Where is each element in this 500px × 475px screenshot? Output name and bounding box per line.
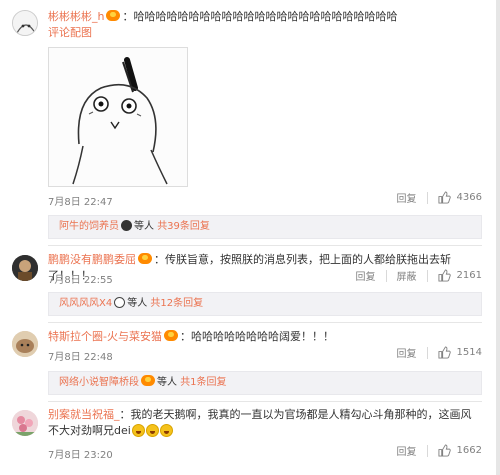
reply-summary-suffix: 等人 xyxy=(134,221,154,232)
like-count: 2161 xyxy=(456,270,482,281)
reply-summary[interactable]: 阿牛的饲养员 等人 共39条回复 xyxy=(48,215,482,239)
thumb-up-icon xyxy=(438,346,451,359)
panda-icon xyxy=(114,297,126,308)
reply-button[interactable]: 回复 xyxy=(397,443,417,458)
reply-summary-count[interactable]: 共1条回复 xyxy=(180,377,226,388)
comment-actions: 回复 4366 xyxy=(397,190,482,205)
thumb-up-icon xyxy=(438,269,451,282)
comment-date: 7月8日 22:55 xyxy=(48,275,113,286)
laugh-emoji-icon xyxy=(131,424,145,437)
like-button[interactable]: 2161 xyxy=(438,269,482,282)
divider xyxy=(426,444,428,457)
reply-summary[interactable]: 风风风风X4 等人 共12条回复 xyxy=(48,292,482,316)
avatar[interactable] xyxy=(12,255,38,281)
reply-button[interactable]: 回复 xyxy=(397,190,417,205)
laugh-emoji-icon xyxy=(145,424,159,437)
reply-summary-suffix: 等人 xyxy=(127,298,148,309)
avatar[interactable] xyxy=(12,410,38,436)
comment-username[interactable]: 彬彬彬彬_h xyxy=(48,10,104,23)
vip-badge-icon xyxy=(141,375,155,386)
reply-summary-count[interactable]: 共12条回复 xyxy=(150,298,203,309)
comments-panel: 彬彬彬彬_h ：哈哈哈哈哈哈哈哈哈哈哈哈哈哈哈哈哈哈哈哈哈哈哈哈 评论配图 7月8… xyxy=(0,0,496,475)
reply-summary-user[interactable]: 风风风风X4 xyxy=(59,298,112,309)
comment-username[interactable]: 特斯拉个圈-火与菜安猫 xyxy=(48,330,162,343)
like-button[interactable]: 1514 xyxy=(438,346,482,359)
divider xyxy=(426,269,428,282)
thumb-up-icon xyxy=(438,191,451,204)
divider xyxy=(385,269,387,282)
user-avatar-icon xyxy=(121,220,132,231)
like-button[interactable]: 1662 xyxy=(438,444,482,457)
comment-actions: 回复 1514 xyxy=(397,345,482,360)
reply-button[interactable]: 回复 xyxy=(397,345,417,360)
reply-summary-user[interactable]: 阿牛的饲养员 xyxy=(59,221,119,232)
comment-date: 7月8日 23:20 xyxy=(48,450,113,461)
divider xyxy=(426,346,428,359)
comment-text: 特斯拉个圈-火与菜安猫 ：哈哈哈哈哈哈哈哈阔爱！！！ xyxy=(48,329,482,345)
comment-username[interactable]: 鹏鹏没有鹏鹏委屈 xyxy=(48,253,136,266)
comment-divider xyxy=(48,322,482,323)
comment-image-link[interactable]: 评论配图 xyxy=(48,26,92,39)
reply-summary[interactable]: 网络小说智障桥段 等人 共1条回复 xyxy=(48,371,482,395)
comment-text: 彬彬彬彬_h ：哈哈哈哈哈哈哈哈哈哈哈哈哈哈哈哈哈哈哈哈哈哈哈哈 评论配图 xyxy=(48,9,482,41)
avatar[interactable] xyxy=(12,10,38,36)
comment-text: 别案就当祝福_：我的老天鹅啊，我真的一直以为官场都是人精勾心斗角那种的，这画风不… xyxy=(48,407,482,439)
block-button[interactable]: 屏蔽 xyxy=(397,268,417,283)
vip-badge-icon xyxy=(138,253,152,264)
like-count: 1662 xyxy=(456,445,482,456)
comment-image[interactable] xyxy=(48,47,188,187)
comment-username[interactable]: 别案就当祝福_ xyxy=(48,408,120,421)
comment-divider xyxy=(48,245,482,246)
thumb-up-icon xyxy=(438,444,451,457)
like-count: 1514 xyxy=(456,347,482,358)
comment-date: 7月8日 22:47 xyxy=(48,197,113,208)
vip-badge-icon xyxy=(106,10,121,21)
like-button[interactable]: 4366 xyxy=(438,191,482,204)
comment-actions: 回复 屏蔽 2161 xyxy=(356,268,482,283)
laugh-emoji-icon xyxy=(159,424,173,437)
divider xyxy=(426,191,428,204)
comment-body: ：哈哈哈哈哈哈哈哈阔爱！！！ xyxy=(179,330,334,343)
reply-summary-count[interactable]: 共39条回复 xyxy=(157,221,210,232)
reply-summary-suffix: 等人 xyxy=(157,377,177,388)
avatar[interactable] xyxy=(12,331,38,357)
like-count: 4366 xyxy=(456,192,482,203)
comment-actions: 回复 1662 xyxy=(397,443,482,458)
reply-summary-user[interactable]: 网络小说智障桥段 xyxy=(59,377,139,388)
vip-badge-icon xyxy=(163,330,178,341)
comment-body: ：哈哈哈哈哈哈哈哈哈哈哈哈哈哈哈哈哈哈哈哈哈哈哈哈 xyxy=(122,10,398,23)
reply-button[interactable]: 回复 xyxy=(356,268,376,283)
comment-date: 7月8日 22:48 xyxy=(48,352,113,363)
comment-divider xyxy=(48,401,482,402)
